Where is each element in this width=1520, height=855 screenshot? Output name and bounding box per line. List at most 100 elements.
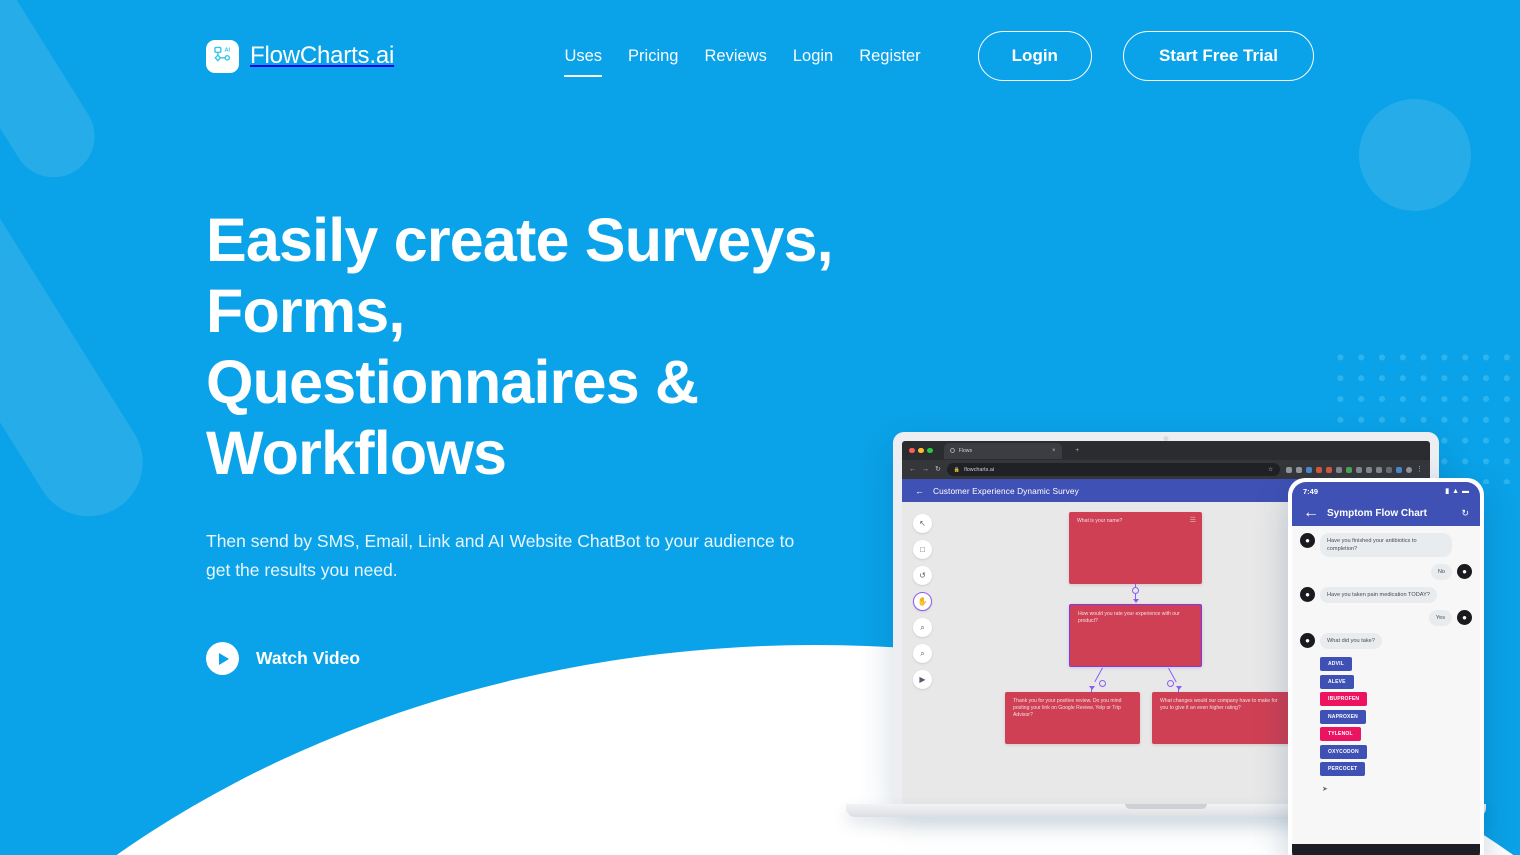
medication-option-ibuprofen[interactable]: IBUPROFEN xyxy=(1320,692,1368,706)
browser-tab[interactable]: Flows × xyxy=(943,442,1062,459)
extension-icon-3[interactable] xyxy=(1306,466,1312,473)
status-time: 7:49 xyxy=(1303,486,1319,496)
play-icon xyxy=(206,642,239,675)
edge-arrow-3 xyxy=(1175,686,1182,690)
medication-option-aleve[interactable]: ALEVE xyxy=(1320,674,1354,689)
battery-icon: ▬ xyxy=(1462,487,1469,495)
tab-close-icon[interactable]: × xyxy=(1052,448,1056,454)
nav-item-pricing[interactable]: Pricing xyxy=(615,41,691,72)
zoom-in-tool-icon[interactable]: ⌕ xyxy=(913,618,932,637)
refresh-icon[interactable]: ↻ xyxy=(1461,508,1469,519)
chat-message-user: No ● xyxy=(1300,564,1472,580)
edge-arrow-2 xyxy=(1088,686,1095,690)
chat-message-bot: ● What did you take? xyxy=(1300,633,1472,649)
extension-icon-5[interactable] xyxy=(1326,466,1332,473)
minimize-window-icon[interactable] xyxy=(918,447,924,454)
browser-menu-icon[interactable]: ⋮ xyxy=(1416,466,1423,473)
flowchart-node[interactable]: Thank you for your positive review. Do y… xyxy=(1005,692,1140,744)
svg-text:AI: AI xyxy=(224,48,230,54)
chat-message-bot: ● Have you taken pain medication TODAY? xyxy=(1300,587,1472,603)
chat-bubble: What did you take? xyxy=(1320,633,1382,649)
decor-circle-top-right xyxy=(1359,99,1471,211)
nav-item-uses[interactable]: Uses xyxy=(551,41,615,77)
lock-icon: 🔒 xyxy=(953,466,961,473)
headline-line-4: Workflows xyxy=(206,419,507,487)
maximize-window-icon[interactable] xyxy=(927,447,933,454)
pan-tool-icon[interactable]: ✋ xyxy=(913,592,932,611)
brand-name: FlowCharts.ai xyxy=(250,42,395,69)
extension-icon-10[interactable] xyxy=(1376,466,1382,473)
chat-message-bot: ● Have you finished your antibiotics to … xyxy=(1300,533,1472,557)
node-text: What is your name? xyxy=(1077,518,1123,524)
primary-nav: Uses Pricing Reviews Login Register Logi… xyxy=(551,31,1314,81)
window-controls[interactable] xyxy=(909,447,933,454)
survey-title: Customer Experience Dynamic Survey xyxy=(933,485,1079,496)
close-window-icon[interactable] xyxy=(909,447,915,454)
medication-option-oxycodon[interactable]: OXYCODON xyxy=(1320,744,1367,759)
bot-avatar-icon: ● xyxy=(1300,633,1315,648)
chat-bubble: No xyxy=(1430,564,1452,580)
profile-avatar-icon[interactable] xyxy=(1406,466,1412,473)
nav-item-login[interactable]: Login xyxy=(780,41,846,72)
extension-icon-4[interactable] xyxy=(1316,466,1322,473)
brand-logo[interactable]: AI FlowCharts.ai xyxy=(206,39,395,73)
browser-extensions[interactable]: ⋮ xyxy=(1286,466,1423,473)
nav-item-reviews[interactable]: Reviews xyxy=(691,41,779,72)
history-tool-icon[interactable]: ↺ xyxy=(913,566,932,585)
canvas-toolbar: ↖ □ ↺ ✋ ⌕ ⌕ ▶ xyxy=(913,514,932,689)
nav-item-register[interactable]: Register xyxy=(846,41,933,72)
node-menu-icon[interactable]: ☰ xyxy=(1190,517,1196,524)
login-button[interactable]: Login xyxy=(977,31,1092,81)
phone-mockup: 7:49 ▮ ▲ ▬ ← Symptom Flow Chart ↻ ● Have… xyxy=(1288,478,1484,855)
edge-handle-2[interactable] xyxy=(1099,680,1106,687)
headline-line-1: Easily create Surveys, xyxy=(206,206,834,274)
address-bar-url: flowcharts.ai xyxy=(964,466,995,473)
phone-back-icon[interactable]: ← xyxy=(1303,504,1319,522)
bookmark-star-icon[interactable]: ☆ xyxy=(1268,467,1273,473)
extension-icon-9[interactable] xyxy=(1366,466,1372,473)
browser-back-icon[interactable]: ← xyxy=(909,466,916,473)
chat-bubble: Have you finished your antibiotics to co… xyxy=(1320,533,1452,557)
browser-forward-icon[interactable]: → xyxy=(922,466,929,473)
watch-video-button[interactable]: Watch Video xyxy=(206,642,360,675)
headline-line-3: Questionnaires & xyxy=(206,348,699,416)
extension-icon-11[interactable] xyxy=(1386,466,1392,473)
medication-option-percocet[interactable]: PERCOCET xyxy=(1320,762,1366,776)
shape-tool-icon[interactable]: □ xyxy=(913,540,932,559)
extension-icon-7[interactable] xyxy=(1346,466,1352,473)
decor-blob-left xyxy=(0,123,164,537)
extension-icon-2[interactable] xyxy=(1296,466,1302,473)
edge-handle-3[interactable] xyxy=(1167,680,1174,687)
browser-reload-icon[interactable]: ↻ xyxy=(935,466,941,473)
flowchart-node[interactable]: How would you rate your experience with … xyxy=(1069,604,1202,667)
flowchart-ai-logo-icon: AI xyxy=(206,39,239,73)
new-tab-icon[interactable]: + xyxy=(1076,448,1080,454)
select-tool-icon[interactable]: ↖ xyxy=(913,514,932,533)
signal-icon: ▮ xyxy=(1445,488,1450,495)
phone-screen-title: Symptom Flow Chart xyxy=(1327,507,1428,519)
extension-icon-1[interactable] xyxy=(1286,466,1292,473)
flowchart-node[interactable]: What changes would our company have to m… xyxy=(1152,692,1291,744)
node-text: How would you rate your experience with … xyxy=(1078,611,1180,624)
zoom-out-tool-icon[interactable]: ⌕ xyxy=(913,644,932,663)
medication-option-naproxen[interactable]: NAPROXEN xyxy=(1320,709,1366,724)
extension-icon-8[interactable] xyxy=(1356,466,1362,473)
app-back-icon[interactable]: ← xyxy=(915,486,924,496)
send-icon[interactable]: ➤ xyxy=(1322,785,1472,793)
browser-url-bar: ← → ↻ 🔒 flowcharts.ai ☆ ⋮ xyxy=(902,460,1430,479)
extension-icon-6[interactable] xyxy=(1336,466,1342,473)
extension-icon-12[interactable] xyxy=(1396,466,1402,473)
user-avatar-icon: ● xyxy=(1457,564,1472,579)
medication-option-tylenol[interactable]: TYLENOL xyxy=(1320,727,1361,741)
watch-video-label: Watch Video xyxy=(256,648,361,668)
chat-message-user: Yes ● xyxy=(1300,610,1472,626)
phone-app-bar: ← Symptom Flow Chart ↻ xyxy=(1292,500,1480,526)
tab-title: Flows xyxy=(958,447,973,454)
start-free-trial-button[interactable]: Start Free Trial xyxy=(1122,31,1314,81)
medication-option-advil[interactable]: ADVIL xyxy=(1320,657,1352,671)
flowchart-node[interactable]: What is your name? ☰ xyxy=(1069,512,1202,584)
site-header: AI FlowCharts.ai Uses Pricing Reviews Lo… xyxy=(0,0,1520,112)
play-tool-icon[interactable]: ▶ xyxy=(913,670,932,689)
edge-handle-1[interactable] xyxy=(1132,587,1139,594)
address-bar[interactable]: 🔒 flowcharts.ai ☆ xyxy=(946,463,1280,476)
